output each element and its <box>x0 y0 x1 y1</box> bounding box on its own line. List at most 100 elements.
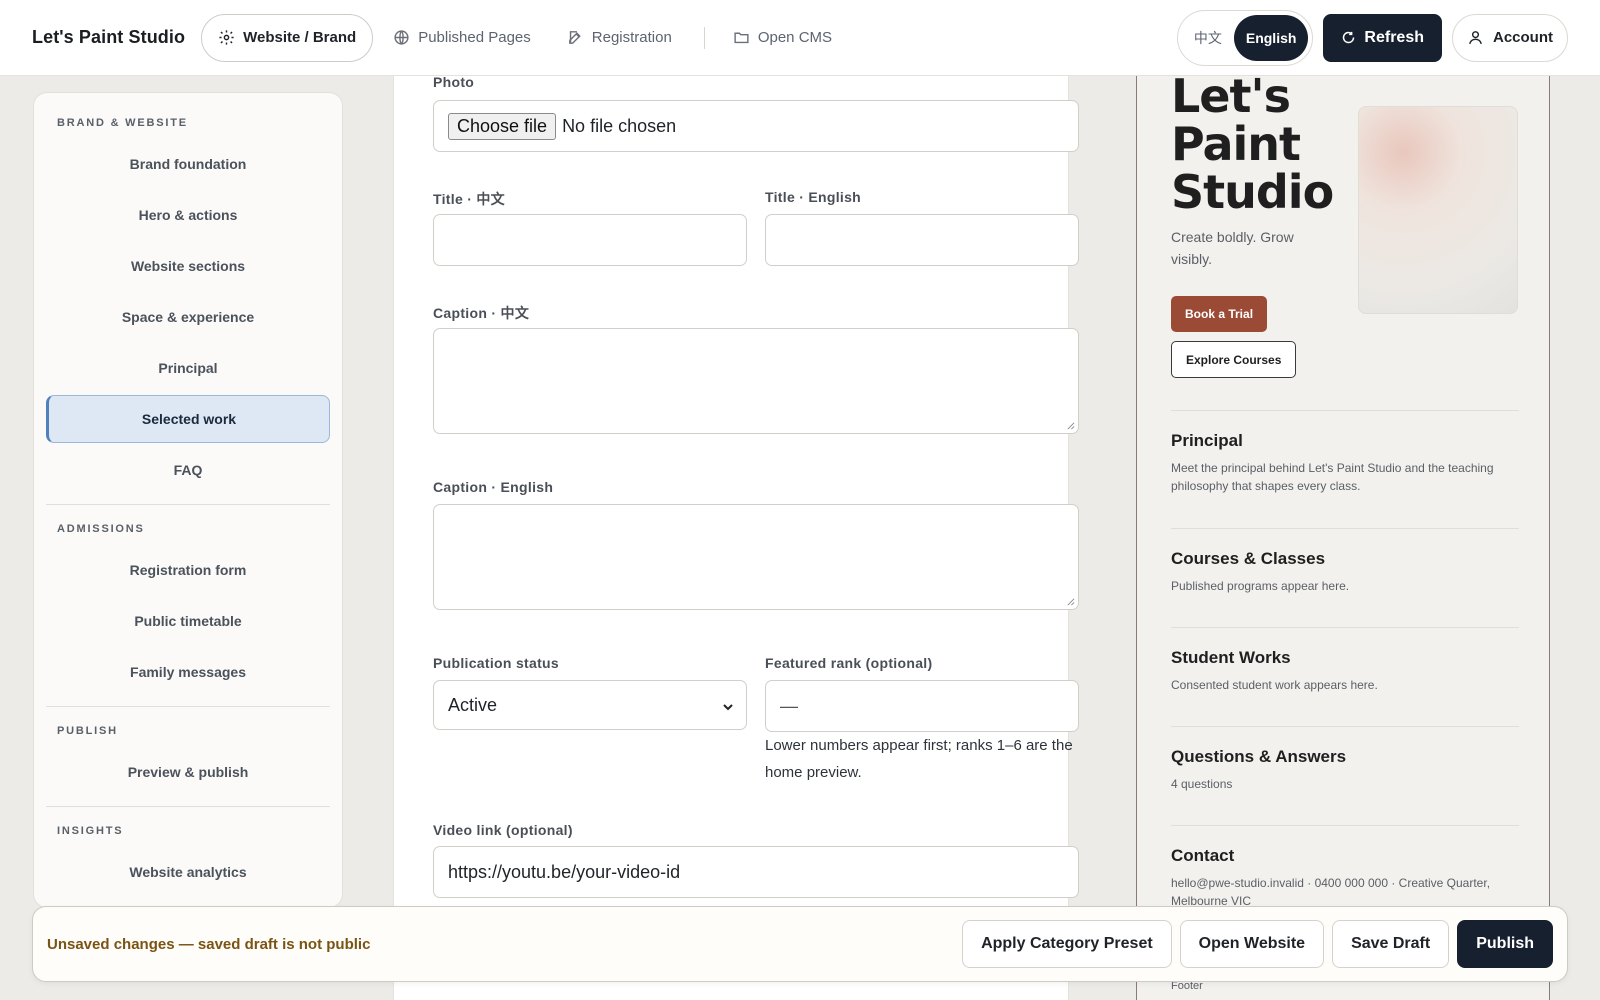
language-zh-button[interactable]: 中文 <box>1182 15 1234 61</box>
sidebar-item-registration-form[interactable]: Registration form <box>46 546 330 594</box>
rank-label: Featured rank (optional) <box>765 655 933 671</box>
resize-grip-icon[interactable] <box>1066 597 1075 606</box>
nav-registration[interactable]: Registration <box>551 14 688 62</box>
sidebar-group-title-publish: PUBLISH <box>57 725 118 737</box>
chevron-down-icon <box>723 704 733 711</box>
preview-tagline: Create boldly. Grow visibly. <box>1171 229 1294 267</box>
preview-section-title: Principal <box>1171 431 1243 450</box>
editor-panel: Photo Choose file No file chosen Title ·… <box>368 74 1094 1000</box>
caption-en-textarea[interactable] <box>433 504 1079 610</box>
rank-value: — <box>780 695 798 716</box>
language-en-button[interactable]: English <box>1233 14 1309 61</box>
rank-helper-text: Lower numbers appear first; ranks 1–6 ar… <box>765 737 1073 781</box>
status-value: Active <box>448 694 498 715</box>
preview-section-body: Meet the principal behind Let's Paint St… <box>1171 461 1494 493</box>
preview-hero-image <box>1358 106 1518 314</box>
nav-website-brand-label: Website / Brand <box>243 29 357 46</box>
edit-icon <box>568 31 581 44</box>
preview-section-qa: Questions & Answers 4 questions <box>1171 726 1519 793</box>
choose-file-button[interactable]: Choose file <box>448 112 557 140</box>
sidebar-item-selected-work[interactable]: Selected work <box>46 395 330 443</box>
preview-section-courses: Courses & Classes Published programs app… <box>1171 528 1519 595</box>
sidebar-item-website-analytics[interactable]: Website analytics <box>46 848 330 896</box>
preview-section-student-works: Student Works Consented student work app… <box>1171 627 1519 694</box>
sidebar-group-title-brand: BRAND & WEBSITE <box>57 117 188 129</box>
selected-work-form: Photo Choose file No file chosen Title ·… <box>393 74 1079 1000</box>
language-toggle: 中文 English <box>1176 9 1314 66</box>
open-website-button[interactable]: Open Website <box>1179 920 1325 968</box>
sidebar-divider <box>46 504 330 505</box>
globe-icon <box>394 30 409 45</box>
preview-section-title: Student Works <box>1171 648 1291 667</box>
action-bar: Unsaved changes — saved draft is not pub… <box>32 906 1568 982</box>
video-link-value: https://youtu.be/your-video-id <box>448 861 681 882</box>
title-zh-label: Title · 中文 <box>433 191 505 207</box>
sidebar-group-title-insights: INSIGHTS <box>57 825 124 837</box>
sidebar-item-hero-actions[interactable]: Hero & actions <box>46 191 330 239</box>
preview-section-body: hello@pwe-studio.invalid · 0400 000 000 … <box>1171 876 1491 908</box>
refresh-button-label: Refresh <box>1364 28 1424 46</box>
nav-published-pages[interactable]: Published Pages <box>377 14 547 62</box>
top-bar: Let's Paint Studio Website / Brand Publi… <box>0 0 1600 76</box>
sidebar-group-title-admissions: ADMISSIONS <box>57 523 145 535</box>
preview-hero-title: Let's Paint Studio <box>1171 76 1334 219</box>
account-button-label: Account <box>1493 29 1553 46</box>
sidebar-divider <box>46 806 330 807</box>
apply-category-preset-button[interactable]: Apply Category Preset <box>962 920 1172 968</box>
title-en-value <box>766 215 1078 265</box>
preview-section-body: 4 questions <box>1171 777 1233 791</box>
nav-open-cms-label: Open CMS <box>757 29 833 46</box>
sidebar: BRAND & WEBSITE Brand foundation Hero & … <box>33 92 343 908</box>
sidebar-item-public-timetable[interactable]: Public timetable <box>46 597 330 645</box>
save-draft-button[interactable]: Save Draft <box>1332 920 1450 968</box>
user-icon <box>1469 31 1482 45</box>
publish-button[interactable]: Publish <box>1457 920 1553 968</box>
sidebar-item-faq[interactable]: FAQ <box>46 446 330 494</box>
refresh-button[interactable]: Refresh <box>1323 13 1442 62</box>
unsaved-status-text: Unsaved changes — saved draft is not pub… <box>47 935 371 953</box>
website-preview: Let's Paint Studio Create boldly. Grow v… <box>1136 76 1550 1000</box>
nav-open-cms[interactable]: Open CMS <box>717 14 848 62</box>
title-zh-input[interactable] <box>433 214 747 266</box>
nav-published-pages-label: Published Pages <box>418 29 531 46</box>
sidebar-item-brand-foundation[interactable]: Brand foundation <box>46 140 330 188</box>
nav-website-brand[interactable]: Website / Brand <box>201 13 374 62</box>
title-zh-value <box>434 215 746 265</box>
title-en-input[interactable] <box>765 214 1079 266</box>
preview-book-trial-button[interactable]: Book a Trial <box>1171 296 1268 332</box>
preview-section-title: Contact <box>1171 846 1235 865</box>
nav-divider <box>703 26 705 49</box>
caption-en-label: Caption · English <box>433 479 554 495</box>
refresh-icon <box>1343 31 1355 44</box>
caption-zh-textarea[interactable] <box>433 328 1079 434</box>
sidebar-item-family-messages[interactable]: Family messages <box>46 648 330 696</box>
resize-grip-icon[interactable] <box>1066 421 1075 430</box>
video-link-input[interactable]: https://youtu.be/your-video-id <box>433 846 1079 898</box>
preview-section-title: Courses & Classes <box>1171 549 1326 568</box>
no-file-text: No file chosen <box>562 115 677 136</box>
photo-file-input[interactable]: Choose file No file chosen <box>433 100 1079 152</box>
preview-section-body: Published programs appear here. <box>1171 579 1350 593</box>
caption-en-value <box>434 505 1078 609</box>
nav-registration-label: Registration <box>591 29 672 46</box>
status-select[interactable]: Active <box>433 680 747 730</box>
preview-explore-courses-button[interactable]: Explore Courses <box>1171 341 1297 378</box>
sidebar-item-website-sections[interactable]: Website sections <box>46 242 330 290</box>
preview-section-contact: Contact hello@pwe-studio.invalid · 0400 … <box>1171 825 1519 910</box>
folder-icon <box>734 32 749 44</box>
rank-input[interactable]: — <box>765 680 1079 732</box>
sidebar-item-principal[interactable]: Principal <box>46 344 330 392</box>
caption-zh-value <box>434 329 1078 433</box>
preview-section-principal: Principal Meet the principal behind Let'… <box>1171 410 1519 495</box>
sidebar-item-space-experience[interactable]: Space & experience <box>46 293 330 341</box>
status-label: Publication status <box>433 655 559 671</box>
video-label: Video link (optional) <box>433 822 573 838</box>
photo-label: Photo <box>433 74 475 90</box>
gear-icon <box>219 30 234 45</box>
title-en-label: Title · English <box>765 189 862 205</box>
sidebar-item-preview-publish[interactable]: Preview & publish <box>46 748 330 796</box>
sidebar-divider <box>46 706 330 707</box>
app-title: Let's Paint Studio <box>32 27 186 47</box>
account-button[interactable]: Account <box>1452 13 1568 62</box>
caption-zh-label: Caption · 中文 <box>433 305 530 321</box>
